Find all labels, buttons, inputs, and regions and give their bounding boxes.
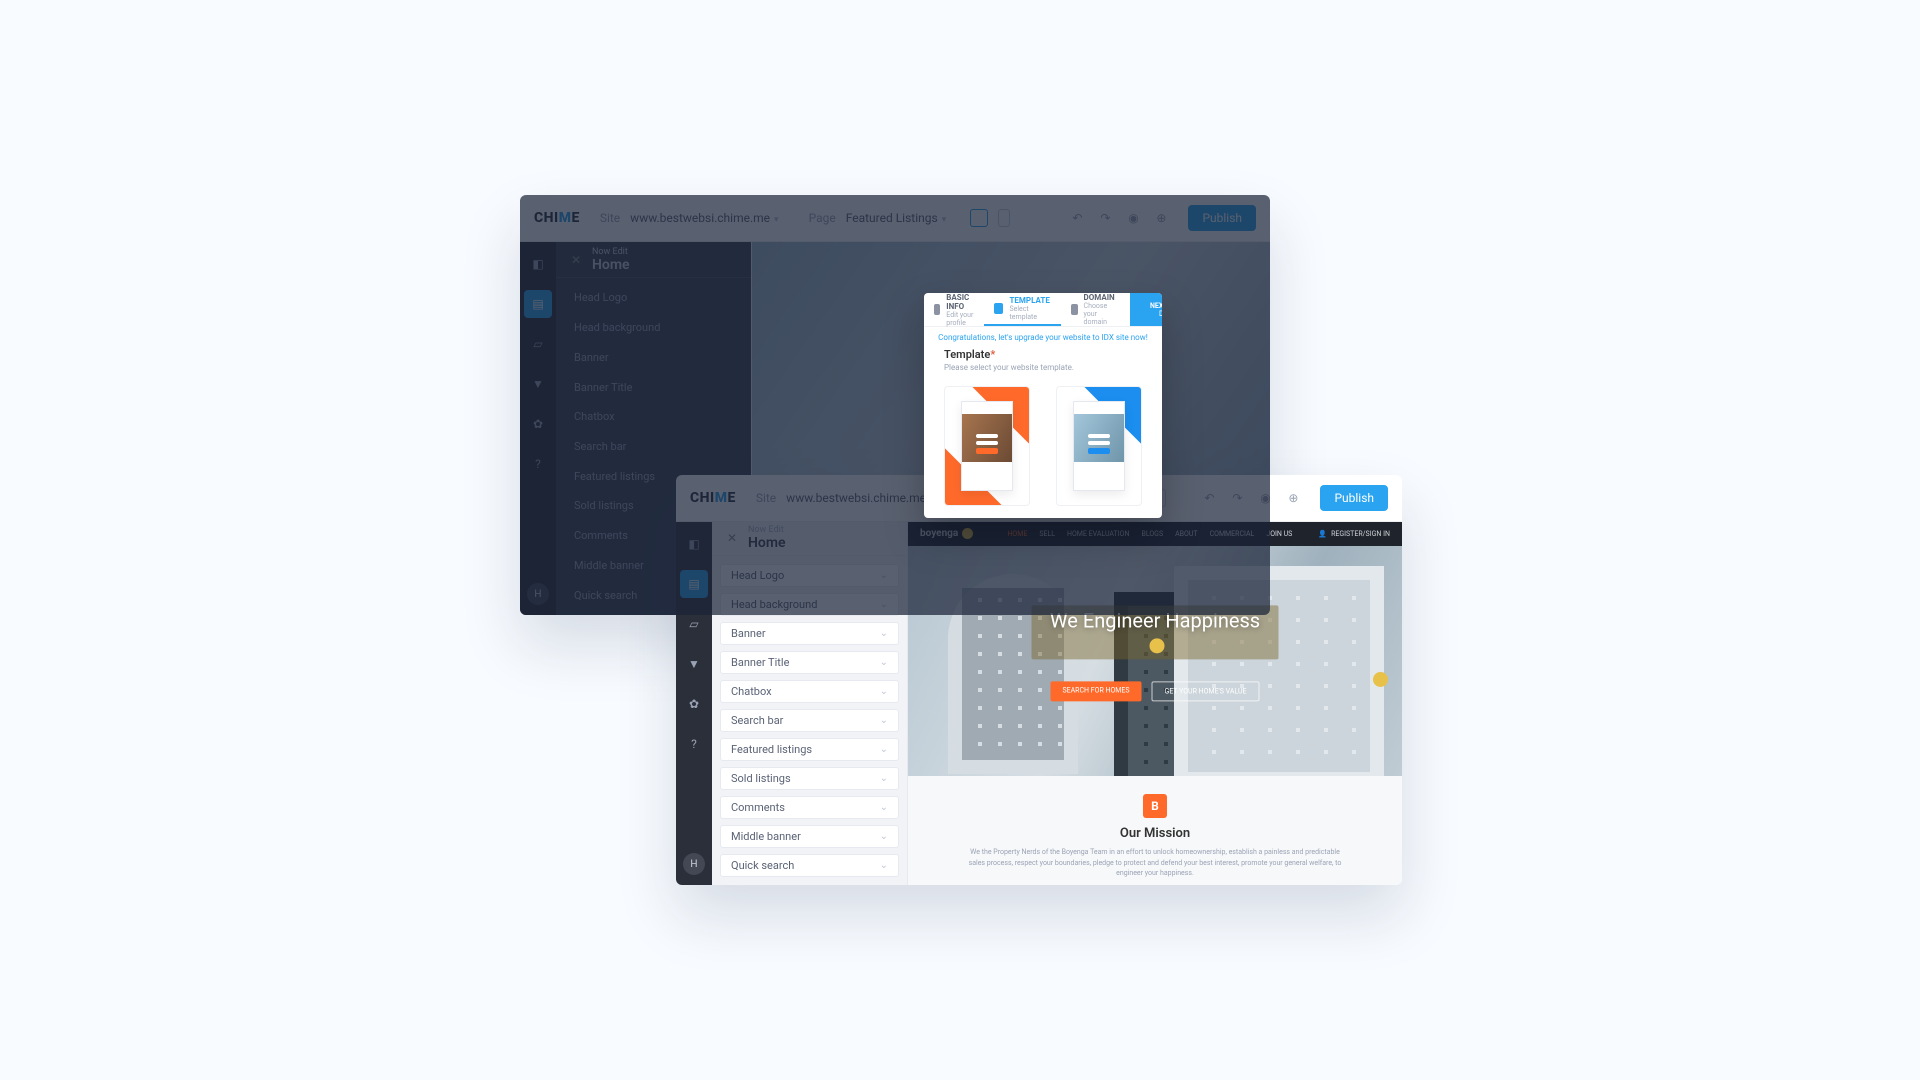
undo-icon[interactable]: ↶	[1200, 489, 1218, 507]
mission-section: B Our Mission We the Property Nerds of t…	[908, 776, 1402, 879]
modal-section-title: Template*	[944, 348, 1142, 361]
nav-link-home-evaluation[interactable]: HOME EVALUATION	[1067, 530, 1129, 538]
side-row-search-bar[interactable]: Search bar	[564, 435, 743, 459]
modal-tab-basic[interactable]: BASIC INFOEdit your profile	[924, 293, 984, 326]
side-row-sold-listings[interactable]: Sold listings	[720, 767, 899, 790]
rail-image-icon[interactable]: ▱	[524, 330, 552, 358]
side-row-banner-title[interactable]: Banner Title	[720, 651, 899, 674]
side-sub: Now Edit	[592, 247, 630, 257]
hero-tagline: We Engineer Happiness	[1032, 605, 1279, 659]
canvas-front: boyenga HOME SELL HOME EVALUATION BLOGS ABOU…	[908, 522, 1402, 885]
side-items-front: Head Logo Head background Banner Banner Tit…	[712, 556, 907, 886]
user-icon	[934, 304, 940, 315]
preview-icon[interactable]: ◉	[1124, 209, 1142, 227]
device-toggle[interactable]	[970, 209, 1010, 227]
icon-rail: ◧ ▤ ▱ ▼ ✿ ? H	[676, 522, 712, 885]
close-icon[interactable]: ✕	[724, 530, 740, 546]
modal-note: Congratulations, let's upgrade your webs…	[924, 327, 1162, 348]
side-row-head-background[interactable]: Head background	[720, 593, 899, 616]
user-icon: 👤	[1318, 530, 1327, 538]
side-row-banner[interactable]: Banner	[720, 622, 899, 645]
site-dropdown[interactable]: www.bestwebsi.chime.me	[630, 211, 778, 225]
side-row-head-logo[interactable]: Head Logo	[564, 286, 743, 310]
template-card-blue[interactable]	[1056, 386, 1142, 506]
rail-avatar[interactable]: H	[683, 853, 705, 875]
rail-page-icon[interactable]: ▤	[680, 570, 708, 598]
side-panel: ✕ Now Edit Home Head Logo Head background…	[712, 522, 908, 885]
site-brand: boyenga	[920, 528, 973, 539]
modal-tab-domain[interactable]: DOMAINChoose your domain	[1061, 293, 1129, 326]
side-row-chatbox[interactable]: Chatbox	[564, 405, 743, 429]
preview-icon[interactable]: ◉	[1256, 489, 1274, 507]
rail-layout-icon[interactable]: ◧	[680, 530, 708, 558]
side-row-search-bar[interactable]: Search bar	[720, 709, 899, 732]
rail-settings-icon[interactable]: ✿	[524, 410, 552, 438]
template-modal: BASIC INFOEdit your profile TEMPLATESele…	[924, 293, 1162, 518]
side-row-banner[interactable]: Banner	[564, 346, 743, 370]
undo-icon[interactable]: ↶	[1068, 209, 1086, 227]
label-page: Page	[809, 211, 836, 225]
label-site: Site	[756, 491, 776, 505]
template-icon	[994, 303, 1003, 314]
side-row-middle-banner[interactable]: Middle banner	[720, 825, 899, 848]
redo-icon[interactable]: ↷	[1096, 209, 1114, 227]
rail-help-icon[interactable]: ?	[524, 450, 552, 478]
globe-icon[interactable]: ⊕	[1152, 209, 1170, 227]
side-row-comments[interactable]: Comments	[720, 796, 899, 819]
page-dropdown[interactable]: Featured Listings	[846, 211, 947, 225]
side-sub: Now Edit	[748, 525, 786, 535]
mission-body: We the Property Nerds of the Boyenga Tea…	[968, 847, 1342, 879]
publish-button[interactable]: Publish	[1320, 485, 1388, 511]
site-nav: boyenga HOME SELL HOME EVALUATION BLOGS ABOU…	[908, 522, 1402, 546]
hero-value-button[interactable]: GET YOUR HOME'S VALUE	[1152, 681, 1260, 701]
topbar: CHIME Site www.bestwebsi.chime.me Page F…	[520, 195, 1270, 242]
label-site: Site	[600, 211, 620, 225]
side-row-head-logo[interactable]: Head Logo	[720, 564, 899, 587]
coin-icon	[1150, 639, 1165, 654]
close-icon[interactable]: ✕	[568, 252, 584, 268]
rail-layout-icon[interactable]: ◧	[524, 250, 552, 278]
modal-next-button[interactable]: NEXT STEP →DOMAIN	[1130, 293, 1162, 326]
mission-badge-icon: B	[1143, 794, 1167, 818]
nav-link-about[interactable]: ABOUT	[1175, 530, 1197, 538]
side-row-banner-title[interactable]: Banner Title	[564, 375, 743, 399]
rail-filter-icon[interactable]: ▼	[680, 650, 708, 678]
side-row-head-background[interactable]: Head background	[564, 316, 743, 340]
rail-help-icon[interactable]: ?	[680, 730, 708, 758]
nav-link-blogs[interactable]: BLOGS	[1141, 530, 1163, 538]
nav-link-join-us[interactable]: JOIN US	[1266, 530, 1292, 538]
rail-settings-icon[interactable]: ✿	[680, 690, 708, 718]
template-card-orange[interactable]	[944, 386, 1030, 506]
modal-tab-template[interactable]: TEMPLATESelect template	[984, 293, 1061, 326]
side-row-featured-listings[interactable]: Featured listings	[720, 738, 899, 761]
nav-link-sell[interactable]: SELL	[1039, 530, 1055, 538]
rail-avatar[interactable]: H	[527, 583, 549, 605]
publish-button[interactable]: Publish	[1188, 205, 1256, 231]
logo: CHIME	[690, 490, 736, 506]
site-hero: We Engineer Happiness SEARCH FOR HOMES G…	[908, 546, 1402, 776]
window-site-editor: CHIME Site www.bestwebsi.chime.me Page F…	[676, 475, 1402, 885]
side-row-chatbox[interactable]: Chatbox	[720, 680, 899, 703]
nav-link-home[interactable]: HOME	[1007, 530, 1027, 538]
rail-filter-icon[interactable]: ▼	[524, 370, 552, 398]
modal-hint: Please select your website template.	[944, 363, 1142, 372]
coin-icon	[962, 528, 973, 539]
coin-icon	[1373, 672, 1388, 687]
globe-icon	[1071, 304, 1077, 315]
icon-rail: ◧ ▤ ▱ ▼ ✿ ? H	[520, 242, 556, 615]
nav-link-commercial[interactable]: COMMERCIAL	[1210, 530, 1255, 538]
side-row-quick-search[interactable]: Quick search	[720, 854, 899, 877]
side-title: Home	[592, 257, 630, 273]
site-dropdown[interactable]: www.bestwebsi.chime.me	[786, 491, 934, 505]
rail-image-icon[interactable]: ▱	[680, 610, 708, 638]
hero-search-button[interactable]: SEARCH FOR HOMES	[1050, 681, 1141, 701]
globe-icon[interactable]: ⊕	[1284, 489, 1302, 507]
rail-page-icon[interactable]: ▤	[524, 290, 552, 318]
mission-title: Our Mission	[968, 826, 1342, 841]
redo-icon[interactable]: ↷	[1228, 489, 1246, 507]
logo: CHIME	[534, 210, 580, 226]
register-link[interactable]: 👤REGISTER/SIGN IN	[1318, 530, 1390, 538]
side-title: Home	[748, 535, 786, 551]
